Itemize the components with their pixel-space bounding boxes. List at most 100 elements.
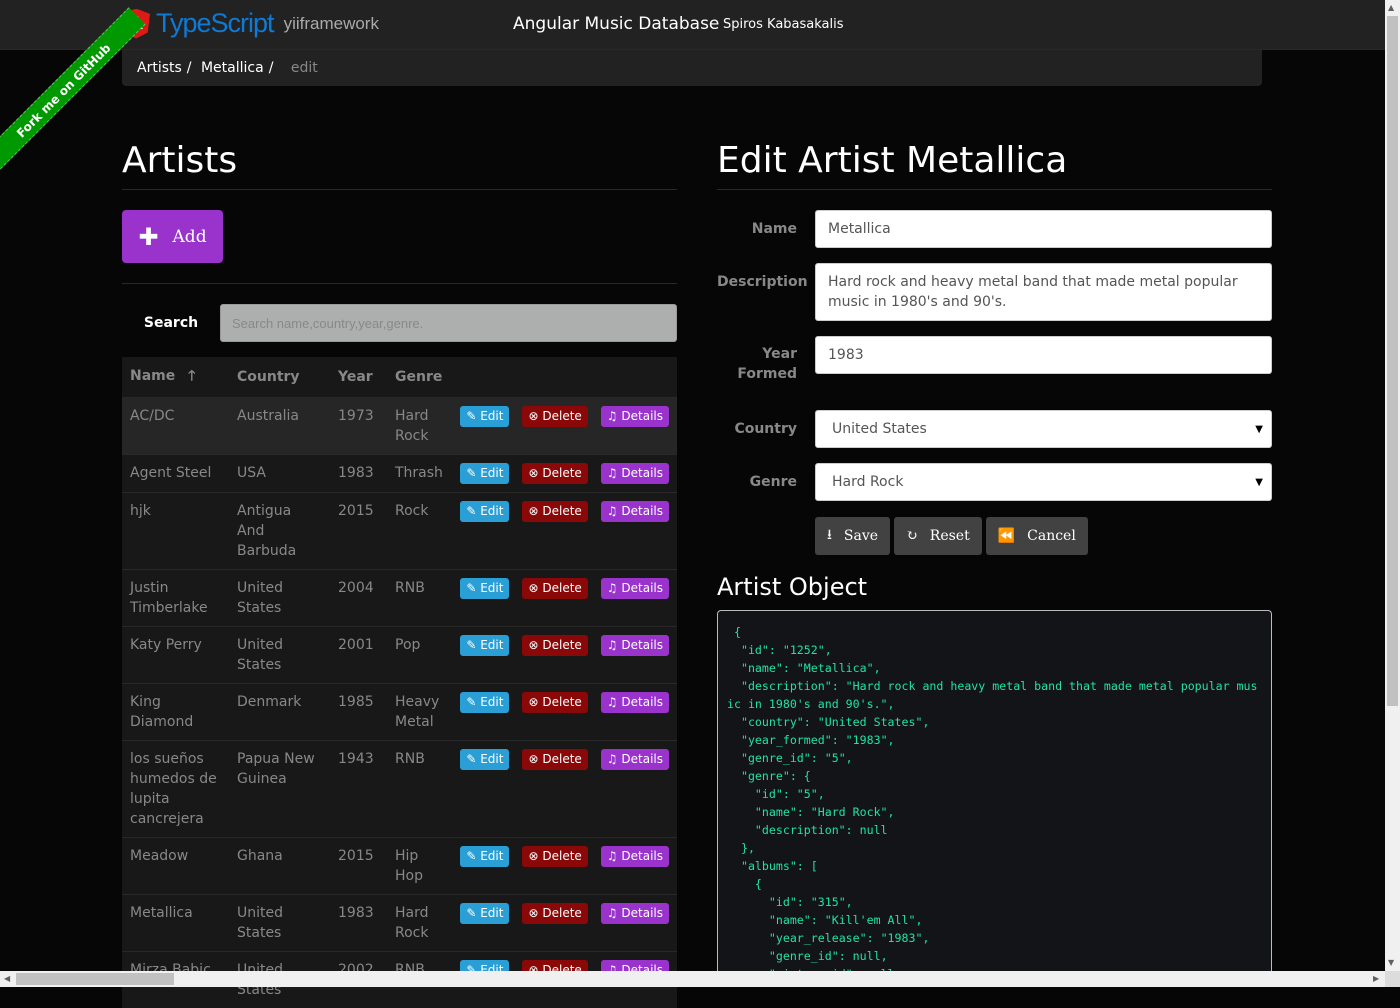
details-button[interactable]: ♫ Details — [601, 903, 669, 924]
delete-button[interactable]: ⊗ Delete — [522, 692, 587, 713]
music-note-icon: ♫ — [607, 466, 618, 480]
vertical-scrollbar[interactable]: ▲▼ — [1385, 0, 1400, 971]
cell-genre: Heavy Metal — [387, 684, 451, 741]
caret-down-icon: ▼ — [1255, 473, 1263, 493]
search-label: Search — [122, 315, 220, 331]
pencil-icon: ✎ — [466, 849, 476, 863]
details-button[interactable]: ♫ Details — [601, 635, 669, 656]
cell-country: United States — [229, 895, 330, 952]
country-label: Country — [717, 410, 797, 439]
backward-icon: ⏪ — [998, 528, 1015, 544]
col-genre[interactable]: Genre — [387, 357, 451, 398]
artists-panel: Artists ✚Add Search Name 🡑 Country Year … — [122, 140, 677, 1008]
details-button[interactable]: ♫ Details — [601, 692, 669, 713]
details-button[interactable]: ♫ Details — [601, 463, 669, 484]
description-label: Description — [717, 263, 797, 292]
year-input[interactable]: 1983 — [815, 336, 1272, 374]
cell-year: 1983 — [330, 895, 387, 952]
horizontal-scroll-thumb[interactable] — [16, 973, 174, 985]
plus-icon: ✚ — [138, 223, 158, 251]
edit-panel: Edit Artist Metallica NameMetallica Desc… — [717, 140, 1272, 976]
cell-year: 1983 — [330, 455, 387, 493]
details-button[interactable]: ♫ Details — [601, 578, 669, 599]
cell-country: United States — [229, 627, 330, 684]
breadcrumb: Artists/ Metallica/ edit — [122, 50, 1262, 86]
edit-button[interactable]: ✎ Edit — [460, 463, 509, 484]
breadcrumb-metallica[interactable]: Metallica — [201, 60, 264, 76]
divider — [122, 283, 677, 284]
cell-name: Justin Timberlake — [122, 570, 229, 627]
logo[interactable]: A TypeScript yiiframework — [122, 8, 379, 39]
delete-button[interactable]: ⊗ Delete — [522, 578, 587, 599]
delete-button[interactable]: ⊗ Delete — [522, 406, 587, 427]
cell-year: 2001 — [330, 627, 387, 684]
artists-title: Artists — [122, 140, 677, 190]
vertical-scroll-thumb[interactable] — [1387, 16, 1398, 706]
search-input[interactable] — [220, 304, 677, 342]
artist-object-json: { "id": "1252", "name": "Metallica", "de… — [717, 610, 1272, 976]
cell-country: Australia — [229, 398, 330, 455]
pencil-icon: ✎ — [466, 695, 476, 709]
cancel-button[interactable]: ⏪Cancel — [986, 517, 1088, 555]
country-select[interactable]: United States▼ — [815, 410, 1272, 448]
pencil-icon: ✎ — [466, 409, 476, 423]
edit-button[interactable]: ✎ Edit — [460, 578, 509, 599]
cell-country: Denmark — [229, 684, 330, 741]
table-row: Justin Timberlake United States 2004 RNB… — [122, 570, 677, 627]
cell-genre: Rock — [387, 493, 451, 570]
edit-button[interactable]: ✎ Edit — [460, 903, 509, 924]
details-button[interactable]: ♫ Details — [601, 846, 669, 867]
delete-button[interactable]: ⊗ Delete — [522, 463, 587, 484]
details-button[interactable]: ♫ Details — [601, 501, 669, 522]
edit-button[interactable]: ✎ Edit — [460, 635, 509, 656]
cell-genre: Thrash — [387, 455, 451, 493]
table-row: Metallica United States 1983 Hard Rock ✎… — [122, 895, 677, 952]
col-name[interactable]: Name 🡑 — [122, 357, 229, 398]
add-button[interactable]: ✚Add — [122, 210, 223, 263]
edit-button[interactable]: ✎ Edit — [460, 846, 509, 867]
cell-country: United States — [229, 570, 330, 627]
edit-button[interactable]: ✎ Edit — [460, 692, 509, 713]
cell-year: 2015 — [330, 493, 387, 570]
cell-country: Papua New Guinea — [229, 741, 330, 838]
breadcrumb-artists[interactable]: Artists — [137, 60, 182, 76]
remove-circle-icon: ⊗ — [528, 695, 538, 709]
delete-button[interactable]: ⊗ Delete — [522, 635, 587, 656]
cell-name: Meadow — [122, 838, 229, 895]
cell-genre: RNB — [387, 741, 451, 838]
year-label: Year Formed — [717, 336, 797, 384]
edit-button[interactable]: ✎ Edit — [460, 749, 509, 770]
details-button[interactable]: ♫ Details — [601, 749, 669, 770]
details-button[interactable]: ♫ Details — [601, 406, 669, 427]
pencil-icon: ✎ — [466, 752, 476, 766]
music-note-icon: ♫ — [607, 752, 618, 766]
col-year[interactable]: Year — [330, 357, 387, 398]
description-textarea[interactable]: Hard rock and heavy metal band that made… — [815, 263, 1272, 321]
typescript-logo: TypeScript — [156, 8, 274, 39]
cell-country: Ghana — [229, 838, 330, 895]
save-button[interactable]: ⭳Save — [815, 517, 890, 555]
delete-button[interactable]: ⊗ Delete — [522, 501, 587, 522]
cell-genre: Hip Hop — [387, 838, 451, 895]
delete-button[interactable]: ⊗ Delete — [522, 749, 587, 770]
delete-button[interactable]: ⊗ Delete — [522, 846, 587, 867]
cell-name: Katy Perry — [122, 627, 229, 684]
remove-circle-icon: ⊗ — [528, 752, 538, 766]
genre-select[interactable]: Hard Rock▼ — [815, 463, 1272, 501]
cell-name: Metallica — [122, 895, 229, 952]
music-note-icon: ♫ — [607, 849, 618, 863]
pencil-icon: ✎ — [466, 638, 476, 652]
horizontal-scrollbar[interactable]: ◀▶ — [0, 971, 1385, 987]
cell-country: Antigua And Barbuda — [229, 493, 330, 570]
user-link[interactable]: Spiros Kabasakalis — [723, 17, 844, 32]
name-input[interactable]: Metallica — [815, 210, 1272, 248]
remove-circle-icon: ⊗ — [528, 849, 538, 863]
edit-button[interactable]: ✎ Edit — [460, 501, 509, 522]
delete-button[interactable]: ⊗ Delete — [522, 903, 587, 924]
col-country[interactable]: Country — [229, 357, 330, 398]
cell-name: King Diamond — [122, 684, 229, 741]
reset-button[interactable]: ↻Reset — [894, 517, 982, 555]
remove-circle-icon: ⊗ — [528, 906, 538, 920]
brand-link[interactable]: Angular Music Database — [513, 14, 719, 34]
edit-button[interactable]: ✎ Edit — [460, 406, 509, 427]
